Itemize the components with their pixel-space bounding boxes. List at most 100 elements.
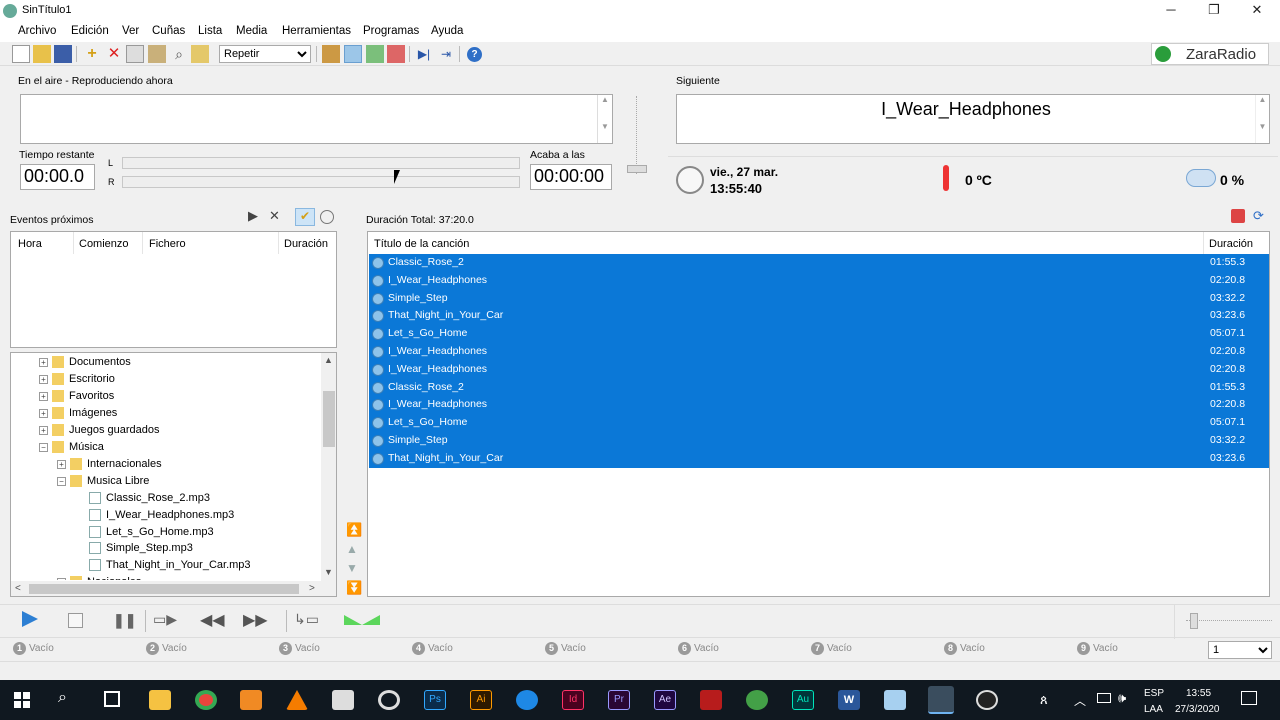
cart-slot[interactable]: 5 Vacío	[545, 642, 586, 655]
menu-ayuda[interactable]: Ayuda	[431, 25, 463, 37]
after-effects-icon[interactable]: Ae	[654, 690, 676, 710]
scroll-thumb[interactable]	[323, 391, 335, 447]
new-file-icon[interactable]	[12, 45, 30, 63]
illustrator-icon[interactable]: Ai	[470, 690, 492, 710]
playlist-col-title[interactable]: Título de la canción	[374, 238, 469, 250]
next-scrollbar[interactable]: ▲ ▼	[1255, 95, 1269, 143]
events-col-hora[interactable]: Hora	[18, 238, 42, 250]
volume-thumb[interactable]	[627, 165, 647, 173]
jump-to-end-button[interactable]: ↳▭	[294, 611, 319, 628]
schedule-clock-icon[interactable]	[320, 210, 334, 224]
minimize-button[interactable]: ─	[1149, 0, 1193, 22]
tree-item[interactable]: I_Wear_Headphones.mp3	[11, 507, 321, 524]
tree-item[interactable]: + Escritorio	[11, 371, 321, 388]
events-col-fichero[interactable]: Fichero	[149, 238, 186, 250]
clock-date[interactable]: 27/3/2020	[1175, 704, 1220, 715]
menu-media[interactable]: Media	[236, 25, 267, 37]
search-icon[interactable]: ⌕	[58, 689, 67, 707]
playlist-row[interactable]: That_Night_in_Your_Car 03:23.6	[369, 449, 1269, 468]
position-thumb[interactable]	[1190, 613, 1198, 629]
premiere-icon[interactable]: Pr	[608, 690, 630, 710]
expand-toggle-icon[interactable]: +	[39, 358, 48, 367]
menu-programas[interactable]: Programas	[363, 25, 419, 37]
tree-hscrollbar[interactable]: < >	[11, 581, 336, 596]
clear-playlist-icon[interactable]	[1231, 209, 1245, 223]
tree-item[interactable]: + Juegos guardados	[11, 422, 321, 439]
playlist-row[interactable]: Simple_Step 03:32.2	[369, 289, 1269, 308]
check-events-icon[interactable]: ✔	[295, 208, 315, 226]
expand-toggle-icon[interactable]: +	[57, 459, 66, 469]
tree-item[interactable]: + Documentos	[11, 354, 321, 371]
tray-chevron-icon[interactable]: ︿	[1074, 692, 1086, 709]
expand-toggle-icon[interactable]: +	[39, 425, 48, 435]
playlist-row[interactable]: Classic_Rose_2 01:55.3	[369, 378, 1269, 397]
playlist-col-duration[interactable]: Duración	[1209, 238, 1253, 250]
events-col-duracion[interactable]: Duración	[284, 238, 328, 250]
stop-button[interactable]	[68, 613, 83, 628]
skip-to-icon[interactable]: ▶|	[415, 45, 433, 63]
app-shield-icon[interactable]	[746, 690, 768, 710]
refresh-icon[interactable]: ⟳	[1253, 208, 1264, 224]
tree-vscrollbar[interactable]: ▲ ▼	[321, 353, 336, 581]
hscroll-thumb[interactable]	[29, 584, 299, 594]
tree-item[interactable]: + Favoritos	[11, 388, 321, 405]
start-button[interactable]	[14, 692, 30, 708]
rewind-button[interactable]: ◀◀	[200, 610, 225, 630]
jump-icon[interactable]: ⇥	[437, 45, 455, 63]
help-icon[interactable]: ?	[467, 47, 482, 62]
delete-icon[interactable]: ✕	[105, 45, 123, 63]
clock-time[interactable]: 13:55	[1186, 688, 1211, 699]
close-button[interactable]: ✕	[1235, 0, 1279, 22]
calendar-app-icon[interactable]	[332, 690, 354, 710]
playlist-row[interactable]: I_Wear_Headphones 02:20.8	[369, 396, 1269, 415]
expand-toggle-icon[interactable]: +	[39, 391, 48, 401]
app-notes-icon[interactable]	[884, 690, 906, 710]
tree-item[interactable]: − Musica Libre	[11, 473, 321, 490]
cart-slot[interactable]: 7 Vacío	[811, 642, 852, 655]
cart-slot[interactable]: 4 Vacío	[412, 642, 453, 655]
cart-slot[interactable]: 6 Vacío	[678, 642, 719, 655]
add-icon[interactable]: +	[83, 45, 101, 63]
now-playing-scrollbar[interactable]: ▲ ▼	[597, 95, 612, 143]
task-view-icon[interactable]	[104, 691, 120, 707]
expand-toggle-icon[interactable]: −	[39, 442, 48, 452]
expand-toggle-icon[interactable]: −	[57, 476, 66, 486]
position-slider[interactable]	[1186, 613, 1272, 629]
playlist-row[interactable]: That_Night_in_Your_Car 03:23.6	[369, 307, 1269, 326]
cart-slot[interactable]: 9 Vacío	[1077, 642, 1118, 655]
playlist-row[interactable]: Classic_Rose_2 01:55.3	[369, 254, 1269, 272]
expand-toggle-icon[interactable]: +	[39, 408, 48, 418]
scroll-up-icon[interactable]: ▲	[324, 355, 333, 365]
move-top-icon[interactable]: ⏫	[346, 522, 362, 538]
events-col-comienzo[interactable]: Comienzo	[79, 238, 129, 250]
copy-icon[interactable]	[126, 45, 144, 63]
indesign-icon[interactable]: Id	[562, 690, 584, 710]
cart-slot[interactable]: 3 Vacío	[279, 642, 320, 655]
mic-icon[interactable]	[344, 45, 362, 63]
search-icon[interactable]: ⌕	[170, 45, 188, 63]
tree-item[interactable]: Simple_Step.mp3	[11, 540, 321, 557]
playlist-row[interactable]: Simple_Step 03:32.2	[369, 432, 1269, 450]
play-event-icon[interactable]: ▶	[248, 208, 258, 224]
chrome-icon[interactable]	[195, 690, 217, 710]
scroll-down-icon[interactable]: ▼	[324, 567, 333, 577]
app-obs-icon[interactable]	[976, 690, 998, 710]
zararadio-taskbar-icon[interactable]	[928, 686, 954, 714]
photoshop-icon[interactable]: Ps	[424, 690, 446, 710]
move-down-icon[interactable]: ▼	[346, 561, 358, 575]
slot-page-select[interactable]: 1	[1208, 641, 1272, 659]
tree-item[interactable]: + Imágenes	[11, 405, 321, 422]
cart-slot[interactable]: 1 Vacío	[13, 642, 54, 655]
menu-ver[interactable]: Ver	[122, 25, 139, 37]
waveform-icon[interactable]	[366, 45, 384, 63]
play-button[interactable]	[22, 611, 38, 627]
restore-button[interactable]: ❐	[1192, 0, 1236, 22]
open-folder-icon[interactable]	[33, 45, 51, 63]
lang-code[interactable]: ESP	[1144, 688, 1164, 699]
scroll-left-icon[interactable]: <	[15, 583, 21, 594]
word-icon[interactable]: W	[838, 690, 860, 710]
expand-toggle-icon[interactable]: +	[39, 374, 48, 384]
move-bottom-icon[interactable]: ⏬	[346, 580, 362, 596]
play-next-button[interactable]: ▭▶	[153, 611, 177, 628]
menu-edicion[interactable]: Edición	[71, 25, 109, 37]
